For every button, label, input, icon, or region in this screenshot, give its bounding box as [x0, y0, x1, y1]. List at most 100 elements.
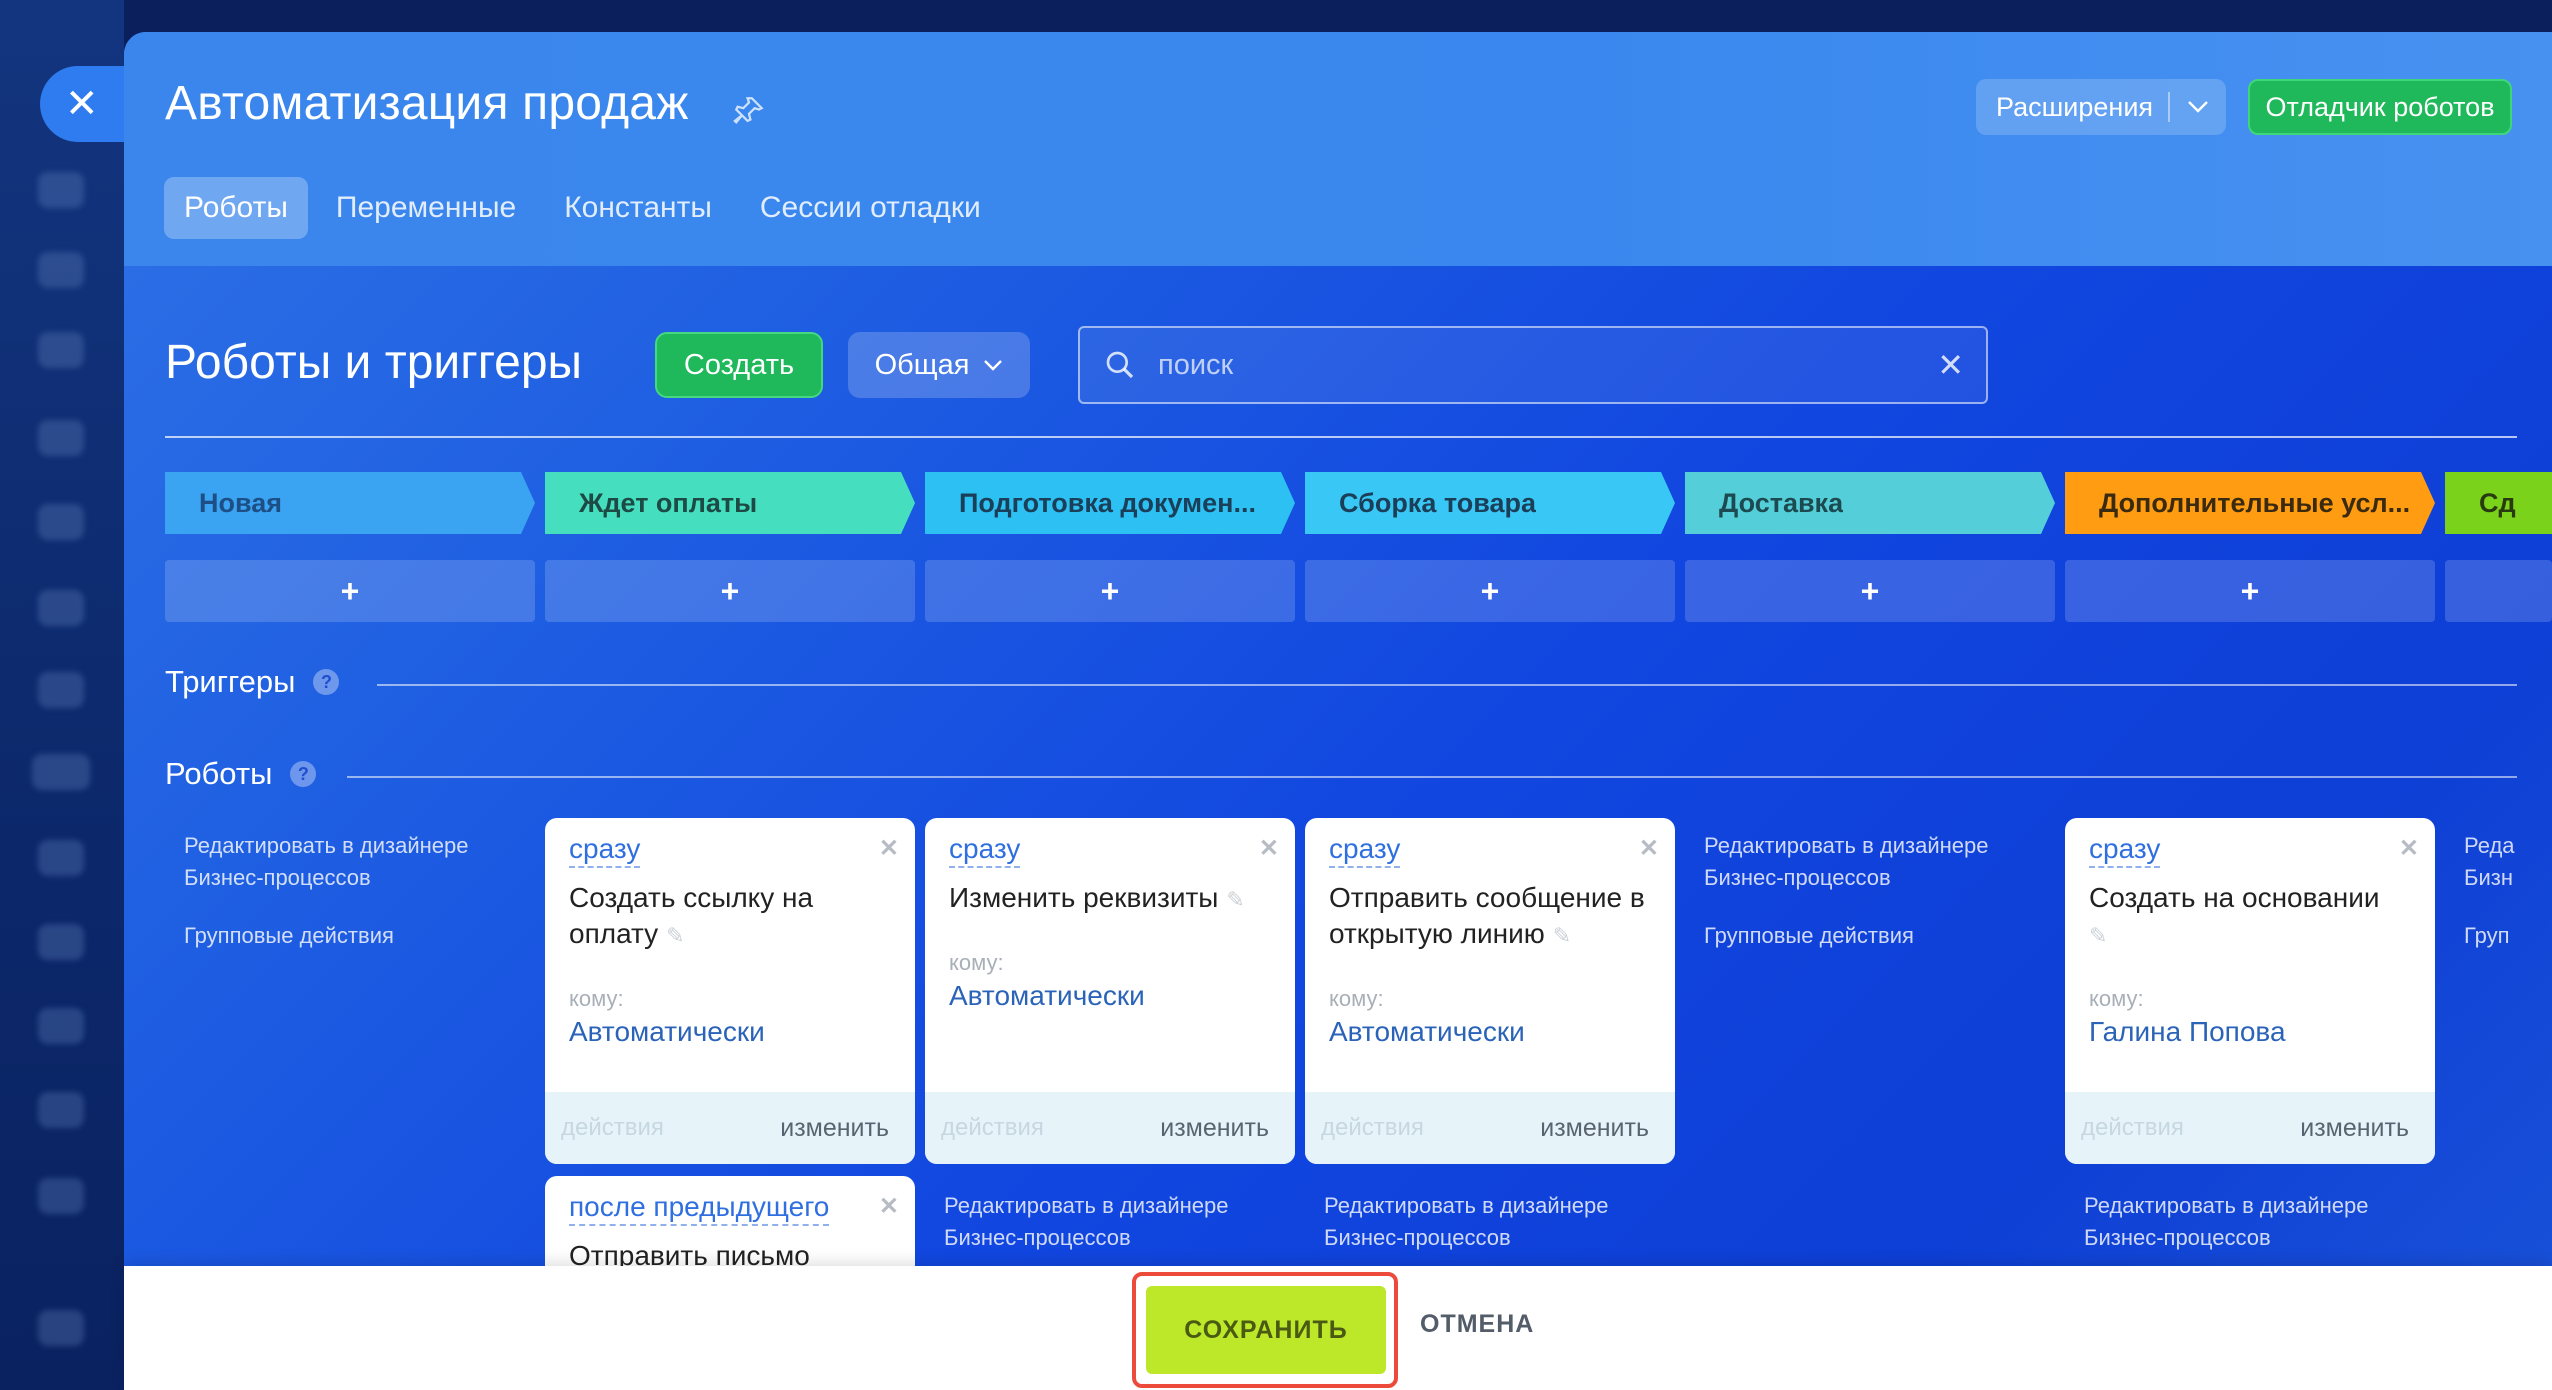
robot-actions-link[interactable]: действия [561, 1114, 664, 1142]
group-actions-link[interactable]: Груп [2464, 920, 2524, 952]
sidebar-blurred-icon [38, 332, 84, 368]
close-icon: ✕ [65, 82, 99, 126]
robot-card[interactable]: сразу ✕ Создать ссылку на оплату ✎ кому: … [545, 818, 915, 1164]
robot-to-label: кому: [569, 986, 624, 1011]
triggers-heading: Триггеры ? [165, 664, 340, 700]
robot-edit-link[interactable]: изменить [2300, 1114, 2409, 1143]
triggers-title: Триггеры [165, 664, 296, 699]
robot-name-text: Отправить сообщение в открытую линию [1329, 882, 1645, 949]
robot-timing-link[interactable]: после предыдущего [569, 1190, 830, 1226]
add-robot-button[interactable]: + [925, 560, 1295, 622]
pencil-icon[interactable]: ✎ [1226, 882, 1244, 918]
robot-timing-link[interactable]: сразу [1329, 832, 1401, 868]
automation-panel: Автоматизация продаж Расширения Отладчик… [124, 32, 2552, 1390]
add-robot-button[interactable]: + [1305, 560, 1675, 622]
stage-header[interactable]: Подготовка докумен... [925, 472, 1295, 534]
robot-actions-link[interactable]: действия [1321, 1114, 1424, 1142]
robot-timing-link[interactable]: сразу [569, 832, 641, 868]
sidebar-blurred-icon [38, 504, 84, 540]
tab-robots[interactable]: Роботы [164, 177, 308, 239]
edit-in-designer-link[interactable]: Реда Бизн [2464, 830, 2524, 894]
edit-in-designer-link[interactable]: Редактировать в дизайнере Бизнес-процесс… [1324, 1190, 1654, 1254]
robot-name: Изменить реквизиты ✎ [949, 880, 1279, 918]
stage-label: Ждет оплаты [579, 487, 758, 518]
robot-actions-link[interactable]: действия [2081, 1114, 2184, 1142]
stage-label: Подготовка докумен... [959, 487, 1256, 518]
delete-robot-icon[interactable]: ✕ [2399, 834, 2419, 863]
sidebar-blurred-icon [38, 1178, 84, 1214]
stage-label: Доставка [1719, 487, 1844, 518]
tab-constants[interactable]: Константы [544, 177, 732, 239]
clear-search-icon[interactable]: ✕ [1937, 346, 1964, 384]
help-icon[interactable]: ? [313, 669, 340, 695]
add-robot-button[interactable] [2445, 560, 2552, 622]
help-icon[interactable]: ? [290, 761, 317, 787]
robot-edit-link[interactable]: изменить [780, 1114, 889, 1143]
scope-dropdown[interactable]: Общая [848, 332, 1030, 398]
app-sidebar [0, 0, 124, 1390]
robot-edit-link[interactable]: изменить [1540, 1114, 1649, 1143]
close-slider-button[interactable]: ✕ [40, 66, 136, 142]
robot-name-text: Создать на основании [2089, 882, 2380, 913]
extensions-label: Расширения [1996, 91, 2154, 122]
stage-header[interactable]: Сд [2445, 472, 2552, 534]
stage-label: Сд [2479, 487, 2516, 518]
pencil-icon[interactable]: ✎ [2089, 918, 2107, 954]
delete-robot-icon[interactable]: ✕ [879, 834, 899, 863]
sidebar-blurred-icon [38, 1310, 84, 1346]
robot-card[interactable]: сразу ✕ Создать на основании ✎ кому: Гали… [2065, 818, 2435, 1164]
stage-header[interactable]: Дополнительные усл... [2065, 472, 2435, 534]
save-button[interactable]: СОХРАНИТЬ [1146, 1286, 1386, 1374]
stage-label: Дополнительные усл... [2099, 487, 2411, 518]
add-robot-button[interactable]: + [2065, 560, 2435, 622]
delete-robot-icon[interactable]: ✕ [879, 1192, 899, 1221]
robot-timing-link[interactable]: сразу [2089, 832, 2161, 868]
delete-robot-icon[interactable]: ✕ [1639, 834, 1659, 863]
search-box: ✕ [1078, 326, 1988, 404]
robots-heading: Роботы ? [165, 756, 317, 792]
stage-header[interactable]: Доставка [1685, 472, 2055, 534]
pencil-icon[interactable]: ✎ [1553, 918, 1571, 954]
tab-debug-sessions[interactable]: Сессии отладки [740, 177, 1001, 239]
edit-in-designer-link[interactable]: Редактировать в дизайнере Бизнес-процесс… [944, 1190, 1274, 1254]
pencil-icon[interactable]: ✎ [666, 918, 684, 954]
sidebar-blurred-icon [38, 924, 84, 960]
robot-to-value: Галина Попова [2089, 1016, 2286, 1047]
search-icon [1106, 351, 1134, 379]
column-links: Редактировать в дизайнере Бизнес-процесс… [2084, 1190, 2414, 1254]
robot-card-footer: действия изменить [2065, 1092, 2435, 1164]
cancel-button[interactable]: ОТМЕНА [1420, 1310, 1534, 1339]
stage-header[interactable]: Ждет оплаты [545, 472, 915, 534]
chevron-down-icon[interactable] [2170, 100, 2226, 114]
create-button[interactable]: Создать [655, 332, 823, 398]
add-robot-button[interactable]: + [1685, 560, 2055, 622]
robot-timing-link[interactable]: сразу [949, 832, 1021, 868]
group-actions-link[interactable]: Групповые действия [1704, 920, 2034, 952]
robot-debugger-button[interactable]: Отладчик роботов [2248, 79, 2512, 135]
robot-to-value: Автоматически [569, 1016, 765, 1047]
sidebar-blurred-icon [38, 1008, 84, 1044]
edit-in-designer-link[interactable]: Редактировать в дизайнере Бизнес-процесс… [1704, 830, 2034, 894]
edit-in-designer-link[interactable]: Редактировать в дизайнере Бизнес-процесс… [2084, 1190, 2414, 1254]
stage-label: Сборка товара [1339, 487, 1536, 518]
stage-header[interactable]: Новая [165, 472, 535, 534]
stage-header[interactable]: Сборка товара [1305, 472, 1675, 534]
robot-actions-link[interactable]: действия [941, 1114, 1044, 1142]
group-actions-link[interactable]: Групповые действия [184, 920, 514, 952]
tab-variables[interactable]: Переменные [316, 177, 536, 239]
robot-card[interactable]: сразу ✕ Отправить сообщение в открытую л… [1305, 818, 1675, 1164]
robot-name-text: Изменить реквизиты [949, 882, 1219, 913]
tabs: Роботы Переменные Константы Сессии отлад… [164, 177, 1009, 239]
extensions-dropdown[interactable]: Расширения [1976, 79, 2226, 135]
add-robot-button[interactable]: + [165, 560, 535, 622]
robot-edit-link[interactable]: изменить [1160, 1114, 1269, 1143]
delete-robot-icon[interactable]: ✕ [1259, 834, 1279, 863]
pin-icon[interactable] [732, 94, 766, 128]
add-robot-button[interactable]: + [545, 560, 915, 622]
robot-name: Создать на основании ✎ [2089, 880, 2419, 954]
edit-in-designer-link[interactable]: Редактировать в дизайнере Бизнес-процесс… [184, 830, 514, 894]
robot-card[interactable]: сразу ✕ Изменить реквизиты ✎ кому: Автома… [925, 818, 1295, 1164]
search-input[interactable] [1158, 348, 1938, 382]
